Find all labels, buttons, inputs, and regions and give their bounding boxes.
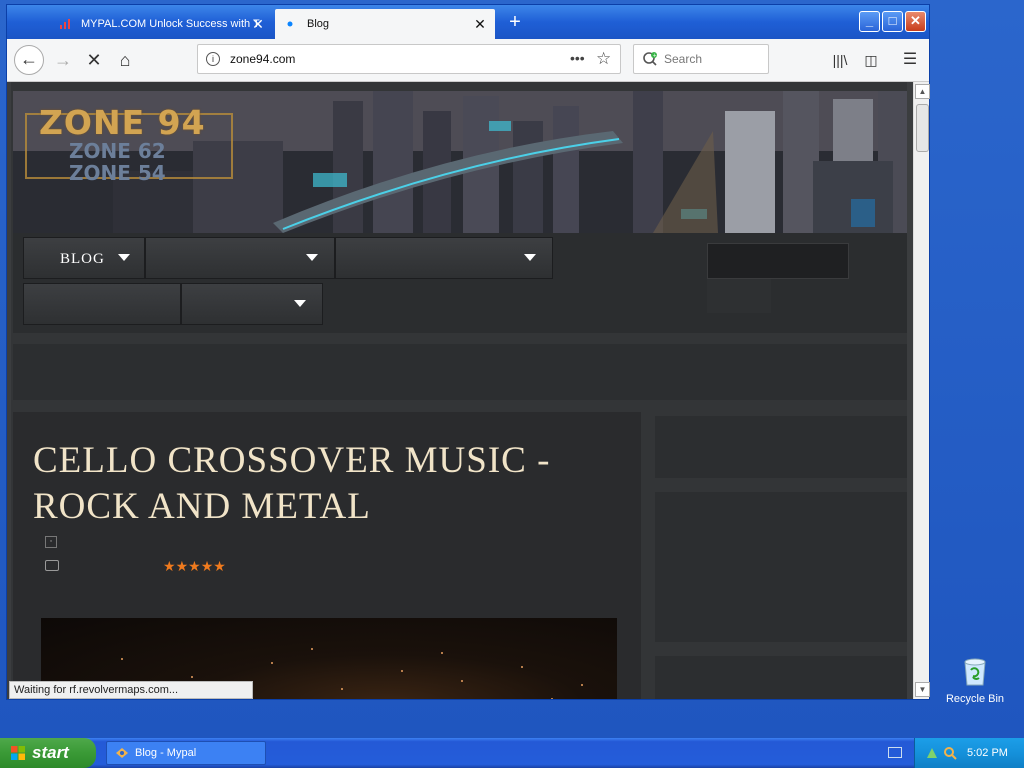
menu-item-2[interactable] <box>145 237 335 279</box>
home-button[interactable]: ⌂ <box>110 45 140 75</box>
keyboard-icon[interactable] <box>888 747 902 758</box>
navigation-toolbar: ← → ✕ ⌂ i zone94.com ••• ☆ + Search |||\… <box>7 39 929 82</box>
bookmark-star-icon[interactable]: ☆ <box>596 45 611 73</box>
site-logo[interactable]: ZONE 94 ZONE 62 ZONE 54 <box>25 103 235 187</box>
recycle-bin-icon <box>964 658 986 686</box>
stop-button[interactable]: ✕ <box>79 45 109 75</box>
content-strip <box>13 344 907 400</box>
windows-flag-icon <box>11 746 25 760</box>
loading-dot-icon <box>287 21 293 27</box>
rating-stars[interactable]: ★★★★★ <box>163 558 226 575</box>
search-bar[interactable]: + Search <box>633 44 769 74</box>
chevron-down-icon <box>306 254 318 261</box>
taskbar: start Blog - Mypal 5:02 PM <box>0 738 1024 768</box>
category-icon: ▫ <box>45 536 57 548</box>
sidebar-widget <box>655 492 907 642</box>
logo-sub-text: ZONE 62 <box>69 139 166 163</box>
tab-blog[interactable]: Blog ✕ <box>275 9 495 39</box>
info-icon[interactable]: i <box>206 52 220 66</box>
maximize-button[interactable]: □ <box>882 11 903 32</box>
menu-label: BLOG <box>60 251 105 267</box>
search-tray-icon[interactable] <box>943 746 957 760</box>
sidebar-widget <box>655 416 907 478</box>
system-tray: 5:02 PM <box>914 738 1024 768</box>
vertical-scrollbar[interactable]: ▲ ▼ <box>913 82 930 699</box>
search-input[interactable]: Search <box>664 45 702 73</box>
url-bar[interactable]: i zone94.com ••• ☆ <box>197 44 621 74</box>
scroll-down-icon[interactable]: ▼ <box>915 682 930 697</box>
close-icon[interactable]: ✕ <box>249 9 267 39</box>
comment-icon[interactable] <box>45 560 59 571</box>
library-icon[interactable]: |||\ <box>825 45 855 75</box>
site-search-input[interactable] <box>707 243 849 279</box>
close-icon[interactable]: ✕ <box>471 9 489 39</box>
url-text[interactable]: zone94.com <box>230 45 295 73</box>
recycle-bin-label: Recycle Bin <box>945 693 1005 705</box>
taskbar-item-blog[interactable]: Blog - Mypal <box>106 741 266 765</box>
menu-item-blog[interactable]: BLOG <box>23 237 145 279</box>
menu-item-4[interactable] <box>23 283 181 325</box>
minimize-button[interactable]: _ <box>859 11 880 32</box>
post-title[interactable]: CELLO CROSSOVER MUSIC - ROCK AND METAL <box>33 438 613 530</box>
header-banner: ZONE 94 ZONE 62 ZONE 54 <box>13 91 907 233</box>
menu-item-5[interactable] <box>181 283 323 325</box>
forward-button[interactable]: → <box>48 45 78 75</box>
new-tab-button[interactable]: + <box>503 9 527 35</box>
star-icon[interactable]: ★ <box>213 558 226 574</box>
tab-label: MYPAL.COM Unlock Success with T <box>81 18 260 30</box>
chevron-down-icon <box>294 300 306 307</box>
start-label: start <box>32 743 69 762</box>
chart-icon <box>60 19 70 29</box>
back-button[interactable]: ← <box>14 45 44 75</box>
scroll-thumb[interactable] <box>916 104 929 152</box>
main-content: CELLO CROSSOVER MUSIC - ROCK AND METAL ▫… <box>13 412 641 699</box>
tab-label: Blog <box>307 18 330 30</box>
logo-sub-text: ZONE 54 <box>69 161 166 185</box>
status-bar: Waiting for rf.revolvermaps.com... <box>9 681 253 699</box>
scroll-up-icon[interactable]: ▲ <box>915 84 930 99</box>
clock: 5:02 PM <box>967 747 1008 759</box>
star-icon[interactable]: ★ <box>176 558 189 574</box>
svg-text:+: + <box>653 53 657 59</box>
sidebar-icon[interactable]: ◫ <box>856 45 886 75</box>
browser-window: MYPAL.COM Unlock Success with T ✕ Blog ✕… <box>6 4 930 700</box>
page-viewport: ZONE 94 ZONE 62 ZONE 54 BLOG CELLO CROSS… <box>7 82 913 699</box>
star-icon[interactable]: ★ <box>188 558 201 574</box>
sidebar-widget <box>655 656 907 699</box>
star-icon[interactable]: ★ <box>163 558 176 574</box>
logo-main-text: ZONE 94 <box>39 103 206 142</box>
start-button[interactable]: start <box>0 738 96 768</box>
title-bar: MYPAL.COM Unlock Success with T ✕ Blog ✕… <box>7 5 929 39</box>
menu-item-3[interactable] <box>335 237 553 279</box>
site-search-button[interactable] <box>707 279 771 313</box>
window-close-button[interactable]: ✕ <box>905 11 926 32</box>
browser-icon <box>116 748 128 758</box>
chevron-down-icon <box>118 254 130 261</box>
search-icon: + <box>643 52 657 66</box>
chevron-down-icon <box>524 254 536 261</box>
hamburger-menu-icon[interactable]: ☰ <box>895 45 925 75</box>
star-icon[interactable]: ★ <box>201 558 214 574</box>
tab-mypal[interactable]: MYPAL.COM Unlock Success with T ✕ <box>47 9 273 39</box>
taskbar-item-label: Blog - Mypal <box>135 747 197 759</box>
page-actions-icon[interactable]: ••• <box>570 45 585 71</box>
site-menu: BLOG <box>13 233 907 333</box>
network-icon[interactable] <box>925 746 939 760</box>
recycle-bin[interactable]: Recycle Bin <box>944 656 1006 705</box>
